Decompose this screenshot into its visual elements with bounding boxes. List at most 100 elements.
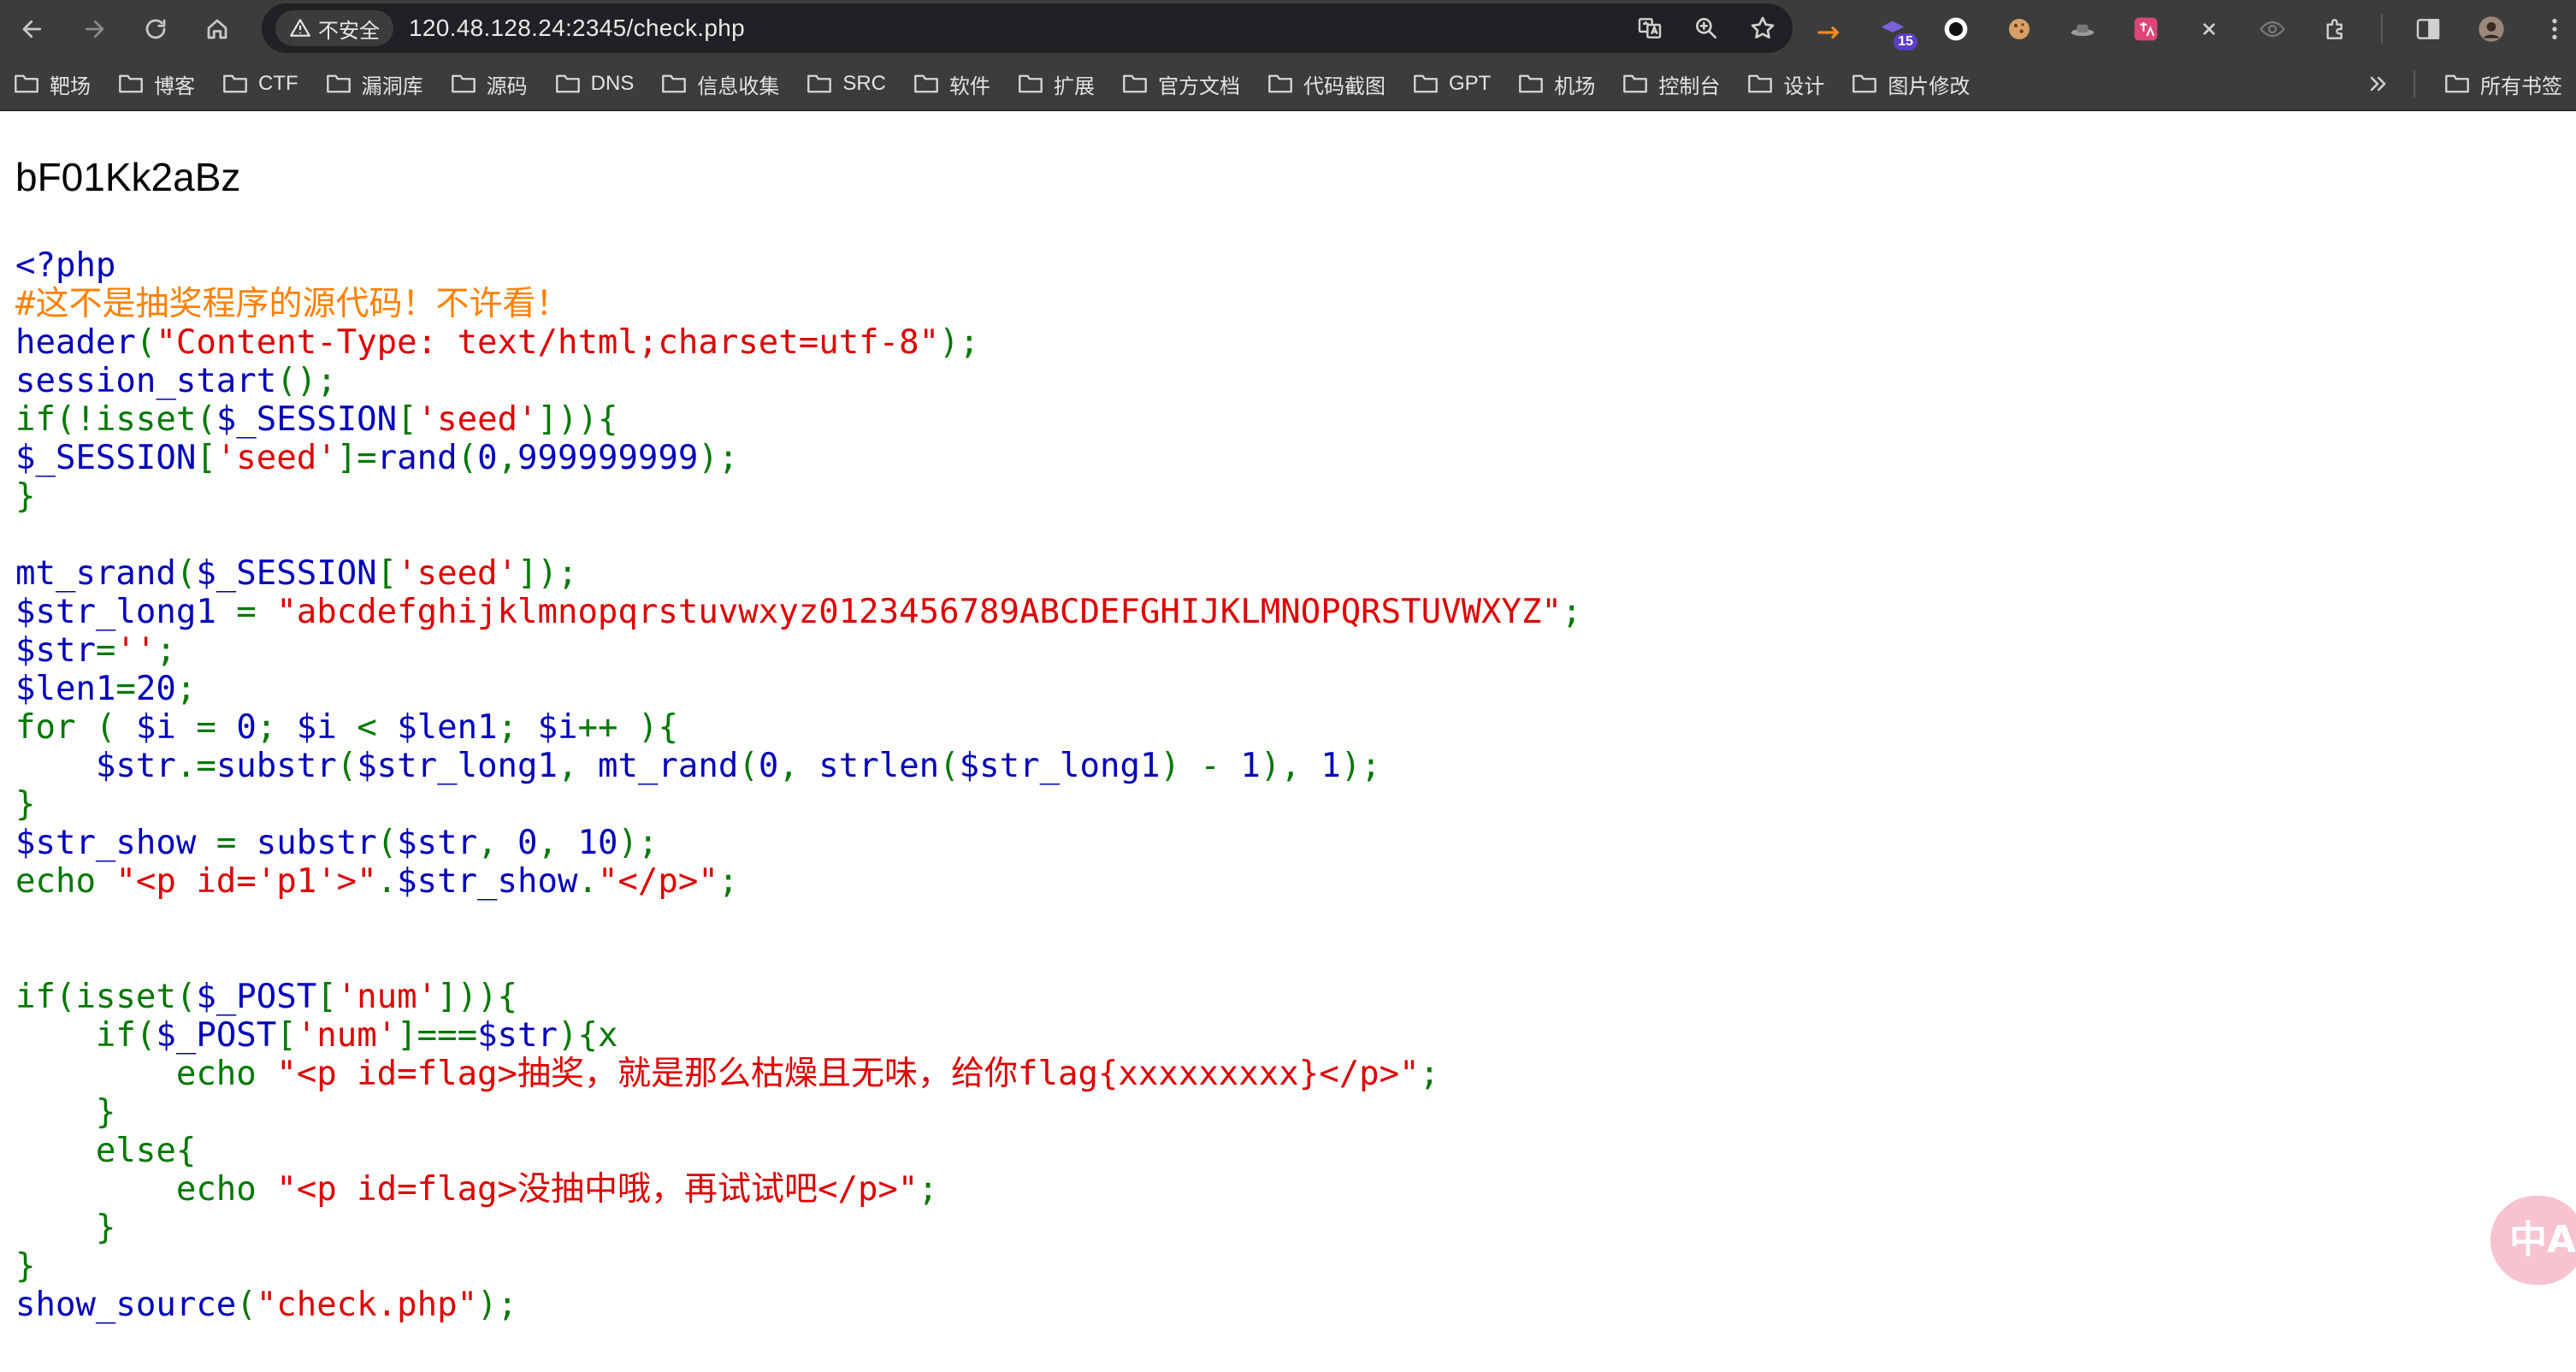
bookmark-folder[interactable]: 靶场 <box>0 65 104 103</box>
code-line: } <box>15 785 1581 824</box>
back-button[interactable] <box>12 9 53 50</box>
code-token: if( <box>15 1016 157 1055</box>
bookmark-folder[interactable]: 设计 <box>1734 65 1838 103</box>
bookmark-label: 信息收集 <box>697 74 780 98</box>
bookmark-folder[interactable]: 官方文档 <box>1108 65 1254 103</box>
code-token: = <box>115 670 136 708</box>
toolbar-divider <box>2381 15 2383 44</box>
sidepanel-button[interactable] <box>2410 11 2446 47</box>
code-line: header("Content-Type: text/html;charset=… <box>15 323 1581 362</box>
code-token: ); <box>617 824 659 862</box>
bookmark-label: 漏洞库 <box>361 74 423 98</box>
code-token: ( <box>376 824 398 862</box>
code-token: ){x <box>558 1016 618 1055</box>
bookmark-folder[interactable]: 控制台 <box>1609 65 1734 103</box>
extension-eye[interactable] <box>2254 11 2290 47</box>
code-line: $str.=substr($str_long1, mt_rand(0, strl… <box>15 747 1581 785</box>
code-token: "<p id=flag>抽奖，就是那么枯燥且无味，给你flag{xxxxxxxx… <box>276 1055 1420 1093</box>
folder-icon <box>1519 74 1544 93</box>
code-line: echo "<p id='p1'>".$str_show."</p>"; <box>15 862 1581 901</box>
bookmark-folder[interactable]: SRC <box>793 65 900 103</box>
extension-counter[interactable]: 15 <box>1875 11 1917 50</box>
code-token: $i <box>135 708 197 747</box>
bookmark-folder[interactable]: GPT <box>1399 65 1504 103</box>
extension-hat[interactable] <box>2065 11 2100 47</box>
code-token: = <box>216 824 257 862</box>
code-token: ( <box>939 747 960 785</box>
home-button[interactable] <box>197 9 238 50</box>
bookmark-folder[interactable]: 软件 <box>900 65 1004 103</box>
floating-translate-button[interactable]: 中A <box>2490 1196 2576 1285</box>
ring-icon <box>1944 17 1968 41</box>
code-token: for ( <box>15 708 136 747</box>
code-token: . <box>376 862 398 901</box>
code-token: [ <box>397 400 417 439</box>
folder-icon <box>1748 74 1773 93</box>
url-text[interactable]: 120.48.128.24:2345/check.php <box>409 15 745 42</box>
bookmark-folder[interactable]: 扩展 <box>1004 65 1108 103</box>
code-line: show_source("check.php"); <box>15 1286 1581 1324</box>
code-token: "<p id=flag>没抽中哦，再试试吧</p>" <box>276 1170 919 1209</box>
code-token: ++ ){ <box>577 708 678 747</box>
bookmark-star-button[interactable] <box>1745 10 1781 46</box>
code-token: $str <box>477 1016 558 1055</box>
extension-x[interactable] <box>2191 11 2227 47</box>
code-token: 'num' <box>296 1016 398 1055</box>
bookmark-folder[interactable]: DNS <box>541 65 648 103</box>
code-token: , <box>477 824 518 862</box>
extension-cookie[interactable] <box>2001 11 2037 47</box>
profile-button[interactable] <box>2473 11 2509 47</box>
folder-icon <box>326 74 351 93</box>
menu-button[interactable] <box>2537 11 2573 47</box>
browser-toolbar: 不安全 120.48.128.24:2345/check.php 15 <box>0 0 2576 58</box>
bookmark-divider <box>2414 70 2415 98</box>
code-token: ); <box>698 439 739 477</box>
code-token: } <box>15 1209 116 1247</box>
extension-circle[interactable] <box>1938 11 1974 47</box>
all-bookmarks-folder[interactable]: 所有书签 <box>2431 65 2576 103</box>
reload-button[interactable] <box>135 9 176 50</box>
translate-icon <box>1638 18 1662 38</box>
code-token: ; <box>497 708 538 747</box>
address-bar[interactable]: 不安全 120.48.128.24:2345/check.php <box>262 3 1793 53</box>
bookmark-folder[interactable]: 源码 <box>437 65 541 103</box>
bookmark-label: 设计 <box>1783 74 1825 98</box>
extension-arrow[interactable] <box>1811 11 1847 47</box>
code-line: if($_POST['num']===$str){x <box>15 1016 1581 1055</box>
security-chip[interactable]: 不安全 <box>275 10 393 46</box>
code-token: rand <box>376 439 458 477</box>
bookmark-folder[interactable]: 机场 <box>1504 65 1609 103</box>
code-token: } <box>15 785 36 824</box>
code-token: ( <box>738 747 759 785</box>
bookmark-folder[interactable]: 漏洞库 <box>312 65 437 103</box>
extensions-button[interactable] <box>2318 11 2354 47</box>
code-token: echo <box>15 1055 277 1093</box>
bookmark-folder[interactable]: 图片修改 <box>1838 65 1983 103</box>
bookmark-folder[interactable]: 博客 <box>104 65 209 103</box>
extensions-icon <box>2326 19 2343 39</box>
code-token: $_POST <box>196 978 317 1016</box>
bookmark-folder[interactable]: CTF <box>209 65 312 103</box>
code-token: "</p>" <box>597 862 718 901</box>
extension-pink[interactable] <box>2128 11 2164 47</box>
code-token: [ <box>376 554 398 593</box>
bookmark-folder[interactable]: 代码截图 <box>1254 65 1399 103</box>
bookmark-folder[interactable]: 信息收集 <box>647 65 793 103</box>
zoom-button[interactable] <box>1688 10 1724 46</box>
sidepanel-icon <box>2416 19 2440 39</box>
forward-button[interactable] <box>74 9 115 50</box>
code-line: } <box>15 1093 1581 1132</box>
code-token: ]); <box>517 554 578 593</box>
more-bookmarks-button[interactable] <box>2357 72 2398 96</box>
bookmark-label: 软件 <box>949 74 990 98</box>
code-token: substr <box>256 824 377 862</box>
folder-icon <box>1123 74 1147 93</box>
code-line: $_SESSION['seed']=rand(0,999999999); <box>15 439 1581 477</box>
code-token: 10 <box>577 824 618 862</box>
code-token: , <box>558 747 598 785</box>
translate-button[interactable] <box>1632 10 1668 46</box>
code-token: ), <box>1260 747 1321 785</box>
code-token: '' <box>115 631 157 670</box>
